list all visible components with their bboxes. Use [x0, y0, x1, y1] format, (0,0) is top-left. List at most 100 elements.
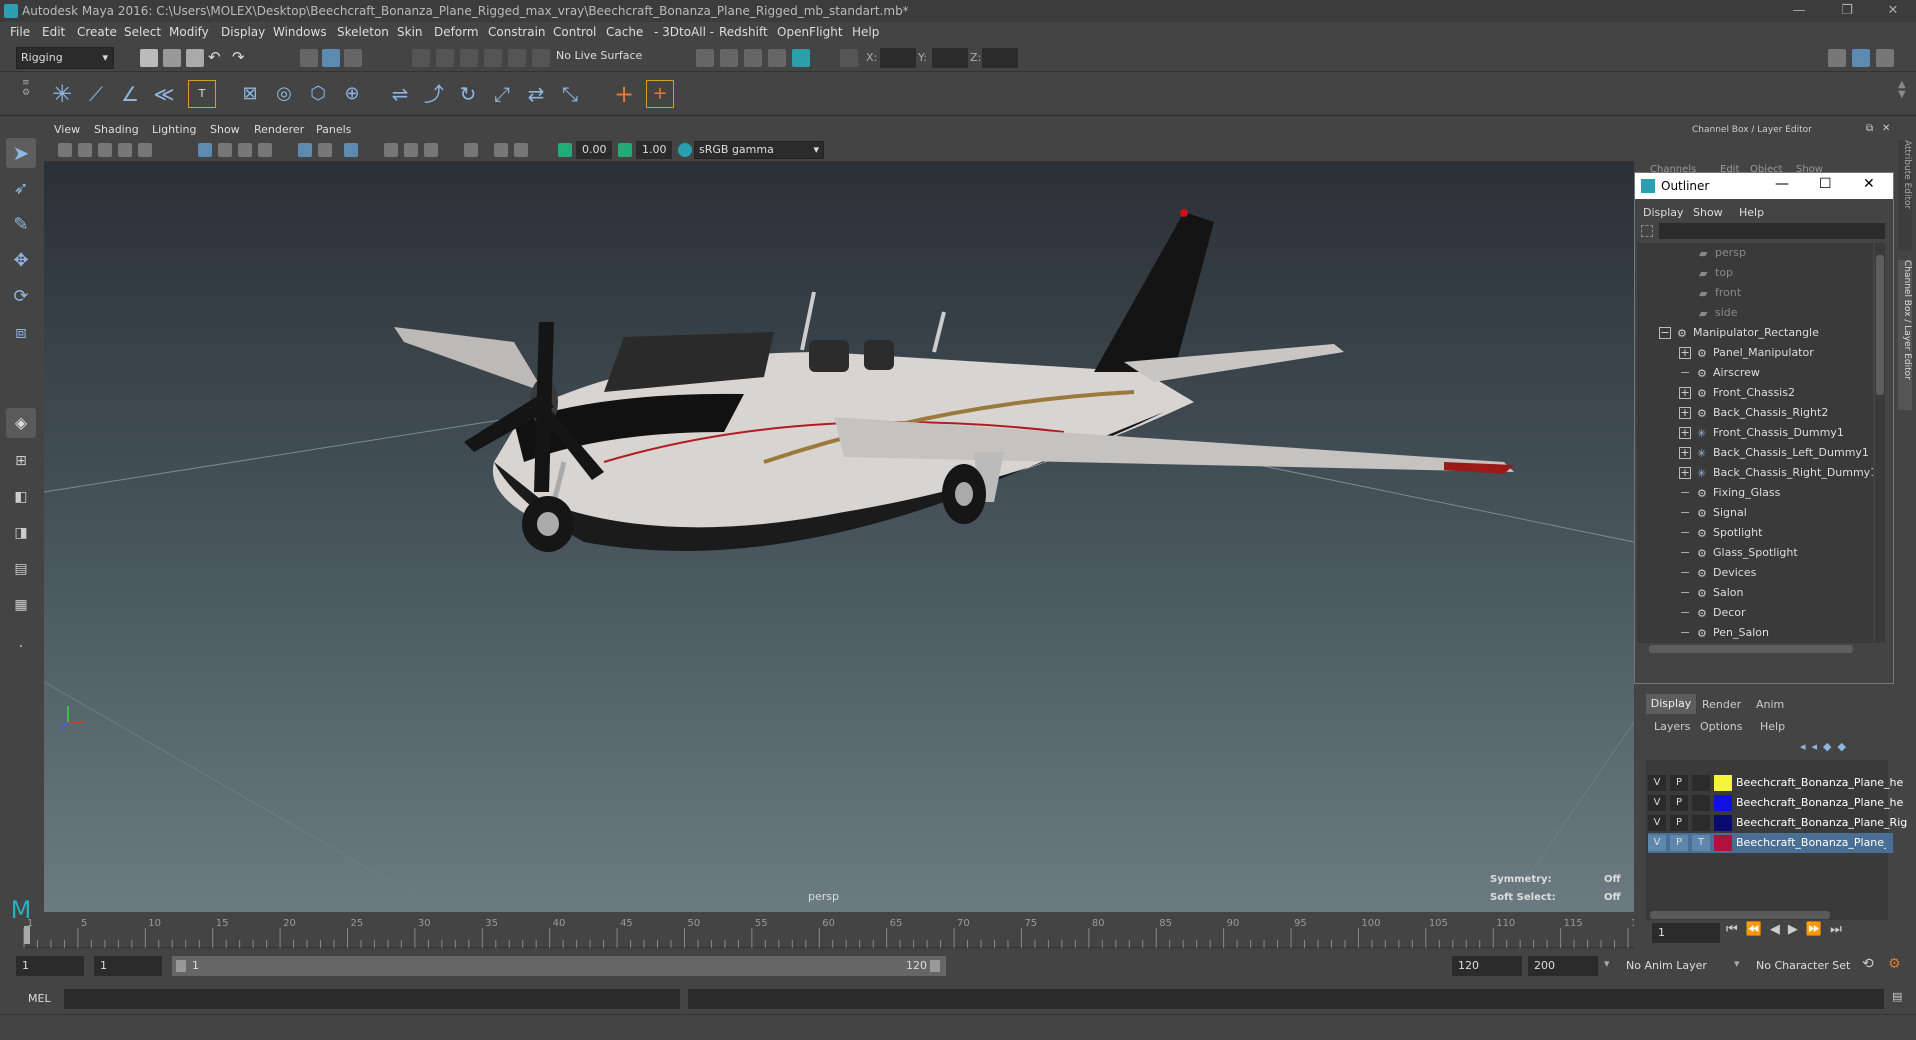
- render-settings-icon[interactable]: [768, 49, 786, 67]
- range-start-handle[interactable]: [176, 960, 186, 972]
- menu-3dtoall[interactable]: - 3DtoAll -: [654, 25, 714, 39]
- menu-control[interactable]: Control: [553, 25, 596, 39]
- layer-color-swatch[interactable]: [1714, 815, 1732, 831]
- outliner-vscroll-thumb[interactable]: [1876, 255, 1884, 395]
- locator-icon[interactable]: +: [610, 80, 638, 108]
- y-field[interactable]: [932, 48, 968, 68]
- outliner-item[interactable]: ⚙ Pen_Salon: [1637, 623, 1873, 643]
- layer-row[interactable]: V P Beechcraft_Bonanza_Plane_Rig: [1648, 813, 1907, 833]
- layer-menu-help[interactable]: Help: [1760, 720, 1785, 733]
- rotate-tool-icon[interactable]: ⟳: [6, 282, 36, 312]
- layer-playback-toggle[interactable]: P: [1670, 795, 1688, 811]
- gamma-field[interactable]: 1.00: [636, 141, 672, 159]
- z-field[interactable]: [982, 48, 1018, 68]
- ipr-render-icon[interactable]: [744, 49, 762, 67]
- lights-icon[interactable]: [258, 143, 272, 157]
- layer-tab-render[interactable]: Render: [1702, 698, 1741, 711]
- menuset-dropdown[interactable]: Rigging ▾: [16, 47, 114, 69]
- outliner-item[interactable]: ⚙ Salon: [1637, 583, 1873, 603]
- menu-openflight[interactable]: OpenFlight: [777, 25, 843, 39]
- animation-end-field[interactable]: 200: [1528, 956, 1598, 976]
- restore-button[interactable]: ❐: [1824, 0, 1870, 22]
- layer-move-icons[interactable]: ◂◂◆◆: [1800, 740, 1852, 753]
- outliner-item[interactable]: ⚙ Fixing_Glass: [1637, 483, 1873, 503]
- wireframe-icon[interactable]: [198, 143, 212, 157]
- outliner-item[interactable]: + ✳ Front_Chassis_Dummy1: [1637, 423, 1873, 443]
- menu-cache[interactable]: Cache: [606, 25, 643, 39]
- layer-playback-toggle[interactable]: P: [1670, 775, 1688, 791]
- persp-graph-icon[interactable]: ◨: [6, 518, 36, 548]
- select-hierarchy-icon[interactable]: [300, 49, 318, 67]
- outliner-item[interactable]: + ✳ Back_Chassis_Right_Dummy1: [1637, 463, 1873, 483]
- gamma-icon[interactable]: [618, 143, 632, 157]
- shelf-options-icon[interactable]: ≡ ⚙: [22, 78, 30, 110]
- film-gate-icon[interactable]: [494, 143, 508, 157]
- layer-display-type-toggle[interactable]: T: [1692, 835, 1710, 851]
- joint-tool-icon[interactable]: ✳: [48, 80, 76, 108]
- live-surface-label[interactable]: No Live Surface: [556, 49, 642, 62]
- playback-start-field[interactable]: 1: [94, 956, 162, 976]
- exposure-icon[interactable]: [558, 143, 572, 157]
- grid-icon[interactable]: [138, 143, 152, 157]
- layer-scrollbar[interactable]: [1650, 911, 1830, 919]
- undo-icon[interactable]: ↶: [208, 48, 221, 66]
- safe-action-icon[interactable]: [514, 143, 528, 157]
- layer-row-selected[interactable]: V P T Beechcraft_Bonanza_Plane_co: [1648, 833, 1893, 853]
- outliner-close-icon[interactable]: ✕: [1863, 176, 1875, 192]
- layer-playback-toggle[interactable]: P: [1670, 815, 1688, 831]
- xray-icon[interactable]: [318, 143, 332, 157]
- layer-playback-toggle[interactable]: P: [1670, 835, 1688, 851]
- snap-live-icon[interactable]: [508, 49, 526, 67]
- attribute-editor-side-tab[interactable]: Attribute Editor: [1898, 140, 1912, 250]
- color-management-icon[interactable]: [678, 143, 692, 157]
- ik-handle-icon[interactable]: ⟋: [82, 80, 110, 108]
- chevron-down-icon[interactable]: ▾: [1604, 957, 1610, 970]
- resolution-gate-icon[interactable]: [464, 143, 478, 157]
- outliner-item[interactable]: + ⚙ Front_Chassis2: [1637, 383, 1873, 403]
- snap-view-icon[interactable]: [484, 49, 502, 67]
- outliner-item[interactable]: ⚙ Glass_Spotlight: [1637, 543, 1873, 563]
- menu-create[interactable]: Create: [77, 25, 117, 39]
- layer-name[interactable]: Beechcraft_Bonanza_Plane_co: [1736, 836, 1886, 849]
- expand-icon[interactable]: +: [1679, 387, 1691, 399]
- character-set-dropdown[interactable]: No Character Set: [1756, 959, 1850, 972]
- select-component-icon[interactable]: [344, 49, 362, 67]
- outliner-menu-show[interactable]: Show: [1693, 206, 1723, 219]
- layer-menu-layers[interactable]: Layers: [1654, 720, 1690, 733]
- isolate-select-icon[interactable]: [344, 143, 358, 157]
- layer-tab-display[interactable]: Display: [1646, 694, 1696, 714]
- close-button[interactable]: ✕: [1870, 0, 1916, 22]
- outliner-titlebar[interactable]: Outliner — ☐ ✕: [1635, 173, 1893, 199]
- textured-icon[interactable]: [238, 143, 252, 157]
- move-tool-icon[interactable]: ✥: [6, 246, 36, 276]
- outliner-item[interactable]: ⚙ Devices: [1637, 563, 1873, 583]
- camera-select-icon[interactable]: [58, 143, 72, 157]
- outliner-hscroll-thumb[interactable]: [1649, 645, 1853, 653]
- layer-tab-anim[interactable]: Anim: [1756, 698, 1784, 711]
- aim-constraint-icon[interactable]: ⤴: [420, 80, 448, 108]
- layer-visibility-toggle[interactable]: V: [1648, 815, 1666, 831]
- shelf-scroll-icon[interactable]: ▲ ▼: [1898, 80, 1906, 100]
- expand-icon[interactable]: +: [1679, 467, 1691, 479]
- pole-vector-icon[interactable]: ⤡: [556, 80, 584, 108]
- hypershade-icon[interactable]: [792, 49, 810, 67]
- redo-icon[interactable]: ↷: [232, 48, 245, 66]
- insert-joint-icon[interactable]: ≪: [150, 80, 178, 108]
- layer-visibility-toggle[interactable]: V: [1648, 775, 1666, 791]
- menu-windows[interactable]: Windows: [273, 25, 327, 39]
- outliner-item[interactable]: ⚙ Signal: [1637, 503, 1873, 523]
- layer-menu-options[interactable]: Options: [1700, 720, 1742, 733]
- layer-display-type-toggle[interactable]: [1692, 795, 1710, 811]
- shadows-icon[interactable]: [384, 143, 398, 157]
- select-object-icon[interactable]: [322, 49, 340, 67]
- parent-constraint-icon[interactable]: ⇄: [522, 80, 550, 108]
- outliner-item[interactable]: ⚙ Decor: [1637, 603, 1873, 623]
- shaded-icon[interactable]: [298, 143, 312, 157]
- persp-outliner-icon[interactable]: ◧: [6, 482, 36, 512]
- layer-visibility-toggle[interactable]: V: [1648, 835, 1666, 851]
- animation-start-field[interactable]: 1: [16, 956, 84, 976]
- outliner-minimize-icon[interactable]: —: [1775, 176, 1789, 192]
- render-frame-icon[interactable]: [720, 49, 738, 67]
- single-view-icon[interactable]: ◈: [6, 408, 36, 438]
- outliner-item[interactable]: + ⚙ Back_Chassis_Right2: [1637, 403, 1873, 423]
